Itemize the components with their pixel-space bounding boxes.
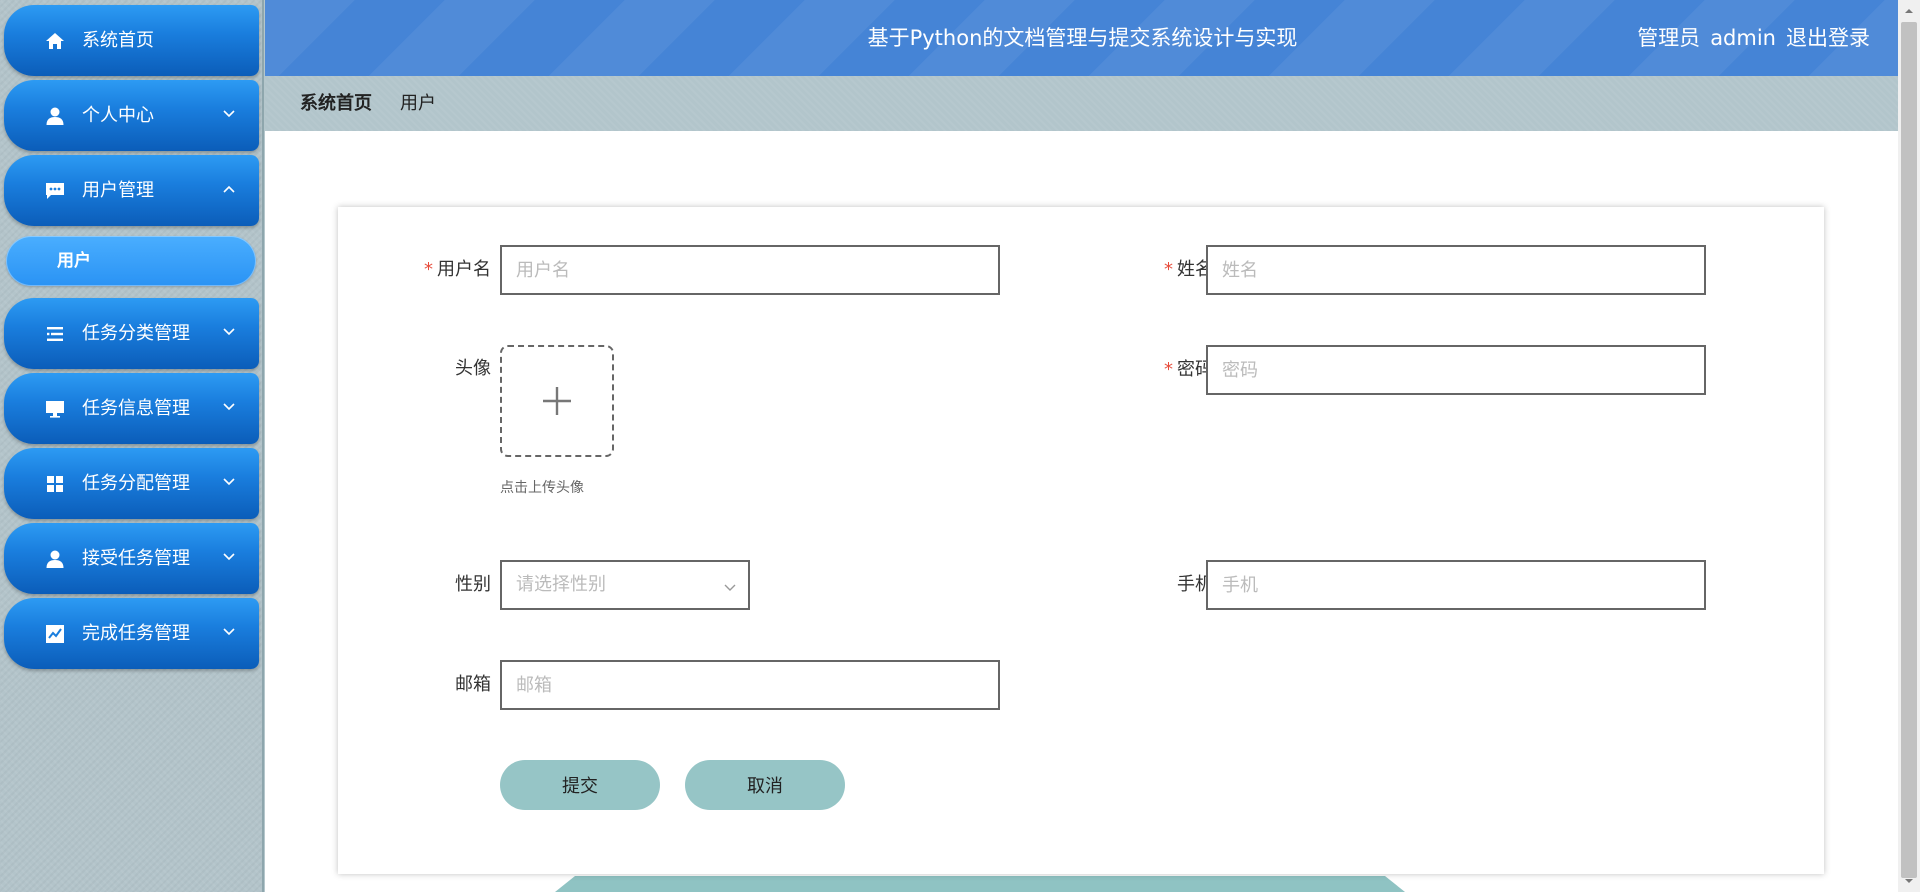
cancel-button[interactable]: 取消 (685, 760, 845, 810)
scrollbar-thumb[interactable] (1901, 22, 1917, 878)
submit-button[interactable]: 提交 (500, 760, 660, 810)
breadcrumb: 系统首页 用户 (265, 76, 1900, 131)
chevron-down-icon (724, 584, 736, 591)
chevron-down-icon (223, 553, 235, 561)
sidebar-item-personal-center[interactable]: 个人中心 (4, 80, 259, 151)
sidebar-item-user-management[interactable]: 用户管理 (4, 155, 259, 226)
sidebar: 系统首页 个人中心 用户管理 用户 任务分类管理 任务信息管理 任务分配管理 接… (0, 0, 264, 892)
monitor-icon (44, 398, 66, 420)
chevron-down-icon (223, 478, 235, 486)
sidebar-subitem-label: 用户 (57, 251, 91, 271)
chat-icon (44, 180, 66, 202)
gender-label: 性别 (455, 574, 491, 595)
gender-select[interactable]: 请选择性别 (500, 560, 750, 610)
chevron-up-icon (223, 185, 235, 193)
name-label: * 姓名 (1164, 259, 1213, 280)
logout-link[interactable]: 退出登录 (1786, 26, 1870, 50)
chevron-down-icon (223, 628, 235, 636)
phone-label: 手机 (1177, 574, 1213, 595)
sidebar-item-label: 用户管理 (82, 180, 154, 201)
chevron-down-icon (223, 403, 235, 411)
user-icon (44, 105, 66, 127)
scroll-up-icon[interactable] (1902, 4, 1916, 18)
sidebar-item-label: 系统首页 (82, 30, 154, 51)
sidebar-item-complete-task[interactable]: 完成任务管理 (4, 598, 259, 669)
chart-icon (44, 623, 66, 645)
password-label: * 密码 (1164, 359, 1213, 380)
avatar-uploader[interactable] (500, 345, 614, 457)
password-input[interactable] (1206, 345, 1706, 395)
username-input[interactable] (500, 245, 1000, 295)
user-role: 管理员 (1637, 26, 1701, 50)
decorative-band (555, 876, 1405, 892)
scroll-down-icon[interactable] (1902, 874, 1916, 888)
list-icon (44, 323, 66, 345)
sidebar-item-task-info[interactable]: 任务信息管理 (4, 373, 259, 444)
top-header: 基于Python的文档管理与提交系统设计与实现 管理员 admin 退出登录 (265, 0, 1900, 76)
breadcrumb-home[interactable]: 系统首页 (300, 76, 372, 131)
gender-placeholder: 请选择性别 (516, 574, 606, 595)
sidebar-item-home[interactable]: 系统首页 (4, 5, 259, 76)
avatar-label: 头像 (455, 358, 491, 379)
user-form-card: *用户名 *姓名 头像 点击上传头像 *密码 性别 请选择性别 手机 邮箱 提交… (338, 207, 1824, 874)
user-icon (44, 548, 66, 570)
sidebar-item-task-category[interactable]: 任务分类管理 (4, 298, 259, 369)
sidebar-item-label: 任务分类管理 (82, 323, 190, 344)
sidebar-subitem-users[interactable]: 用户 (6, 236, 256, 286)
sidebar-item-label: 任务信息管理 (82, 398, 190, 419)
email-label: 邮箱 (455, 674, 491, 695)
sidebar-item-label: 个人中心 (82, 105, 154, 126)
chevron-down-icon (223, 110, 235, 118)
chevron-down-icon (223, 328, 235, 336)
admin-info: 管理员 admin 退出登录 (1627, 0, 1870, 76)
username: admin (1710, 26, 1776, 50)
sidebar-item-label: 任务分配管理 (82, 473, 190, 494)
breadcrumb-current: 用户 (400, 93, 436, 114)
plus-icon (543, 387, 571, 415)
name-input[interactable] (1206, 245, 1706, 295)
grid-icon (44, 473, 66, 495)
email-input[interactable] (500, 660, 1000, 710)
phone-input[interactable] (1206, 560, 1706, 610)
sidebar-item-label: 完成任务管理 (82, 623, 190, 644)
sidebar-item-accept-task[interactable]: 接受任务管理 (4, 523, 259, 594)
username-label: * 用户名 (424, 259, 491, 280)
home-icon (44, 30, 66, 52)
sidebar-item-task-assign[interactable]: 任务分配管理 (4, 448, 259, 519)
sidebar-item-label: 接受任务管理 (82, 548, 190, 569)
avatar-tip: 点击上传头像 (500, 480, 584, 496)
